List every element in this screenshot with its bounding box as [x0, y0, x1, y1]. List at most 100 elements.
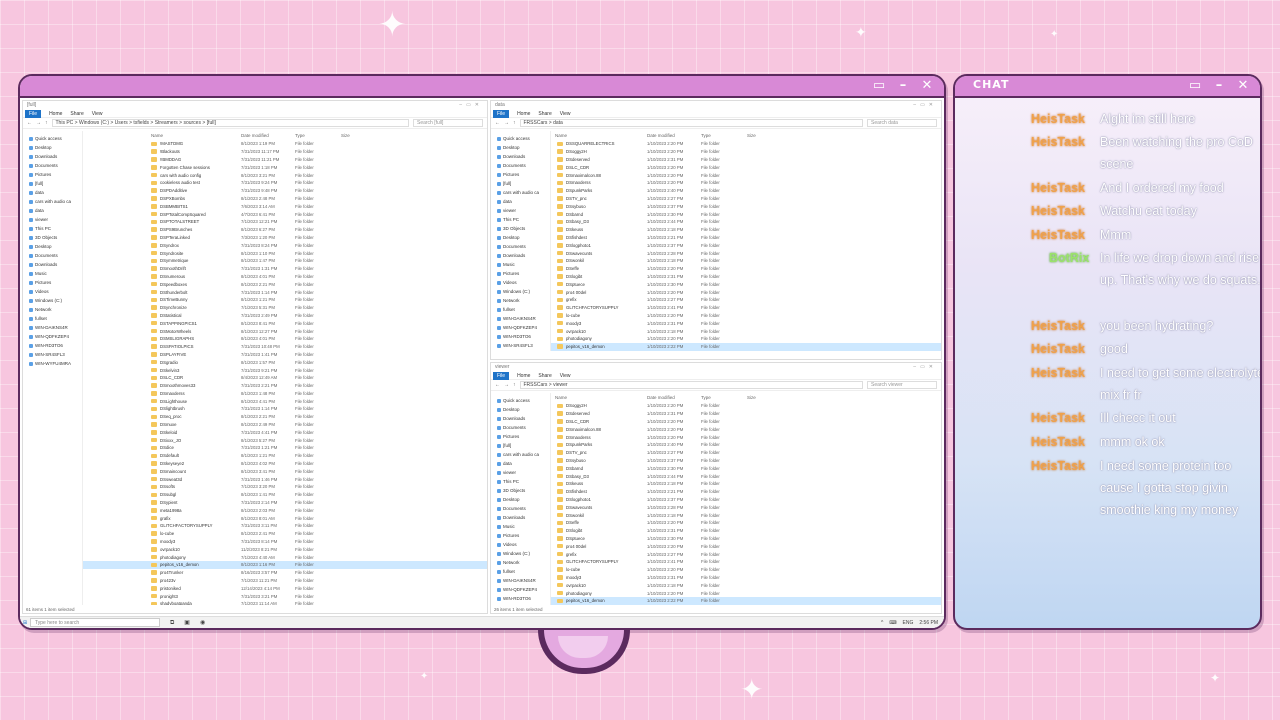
- file-row[interactable]: photodiagony 7/1/2023 4:40 AM File folder: [83, 553, 487, 561]
- file-row[interactable]: !Blackouts 7/31/2023 11:17 PM File folder: [83, 148, 487, 156]
- file-row[interactable]: DSlogibt 1/10/2023 2:31 PM File folder: [551, 273, 941, 281]
- nav-item[interactable]: Network: [23, 305, 82, 314]
- nav-item[interactable]: Downloads: [491, 414, 550, 423]
- keyboard-icon[interactable]: ⌨: [889, 620, 896, 626]
- nav-item[interactable]: Pictures: [491, 170, 550, 179]
- file-row[interactable]: DSoggy2H 1/10/2023 2:20 PM File folder: [551, 402, 941, 410]
- file-row[interactable]: DSkeloid 7/31/2023 4:41 PM File folder: [83, 428, 487, 436]
- file-row[interactable]: DSTimeBunny 8/1/2023 1:21 PM File folder: [83, 296, 487, 304]
- nav-item[interactable]: Network: [491, 296, 550, 305]
- nav-item[interactable]: Pictures: [23, 278, 82, 287]
- file-row[interactable]: GLITCHFACTORYSUPPLY 7/31/2023 3:11 PM File…: [83, 522, 487, 530]
- restore-icon[interactable]: ▭: [870, 78, 888, 93]
- file-row[interactable]: DSsweat3d 7/31/2023 1:46 PM File folder: [83, 475, 487, 483]
- restore-icon[interactable]: ▭: [1186, 78, 1204, 93]
- nav-item[interactable]: Quick access: [491, 134, 550, 143]
- file-row[interactable]: DSdeserved 1/10/2023 2:31 PM File folder: [551, 156, 941, 164]
- file-row[interactable]: DSwavecunts 1/10/2023 2:28 PM File folder: [551, 503, 941, 511]
- file-row[interactable]: DSmuxe 8/1/2023 2:49 PM File folder: [83, 421, 487, 429]
- column-type[interactable]: Type: [295, 133, 341, 138]
- file-row[interactable]: DSPTOTALSTREET 7/1/2023 12:21 PM File fold…: [83, 218, 487, 226]
- nav-item[interactable]: Documents: [491, 423, 550, 432]
- nav-item[interactable]: Documents: [491, 242, 550, 251]
- tab-view[interactable]: View: [560, 111, 571, 117]
- nav-item[interactable]: data: [491, 459, 550, 468]
- taskbar-search-input[interactable]: Type here to search: [30, 618, 160, 627]
- task-view-icon[interactable]: ⧉: [170, 619, 174, 627]
- nav-item[interactable]: Pictures: [23, 170, 82, 179]
- nav-item[interactable]: WIN-DAIKNS4R: [23, 323, 82, 332]
- file-row[interactable]: DSLC_CDR 8/4/2023 12:49 AM File folder: [83, 374, 487, 382]
- file-row[interactable]: DSdefault 8/1/2023 1:21 PM File folder: [83, 452, 487, 460]
- nav-item[interactable]: fullset: [23, 314, 82, 323]
- address-bar[interactable]: This PC > Windows (C:) > Users > tsfield…: [51, 119, 409, 127]
- file-row[interactable]: DSbarnd 1/10/2023 2:30 PM File folder: [551, 210, 941, 218]
- file-row[interactable]: pro4Trunker 8/16/2023 3:57 PM File folder: [83, 569, 487, 577]
- back-arrow-icon[interactable]: ←: [495, 382, 500, 388]
- file-row[interactable]: DSmaxderss 1/10/2023 2:20 PM File folder: [551, 433, 941, 441]
- nav-item[interactable]: Quick access: [491, 396, 550, 405]
- column-name[interactable]: Name: [551, 395, 647, 400]
- address-bar[interactable]: FRSSCars > data: [519, 119, 863, 127]
- file-row[interactable]: grefix 1/10/2023 2:27 PM File folder: [551, 296, 941, 304]
- file-row[interactable]: ovrpack10 11/2/2023 8:21 PM File folder: [83, 545, 487, 553]
- close-icon[interactable]: ✕: [1234, 78, 1252, 93]
- nav-item[interactable]: Downloads: [491, 513, 550, 522]
- file-row[interactable]: DSsybuso 1/10/2023 2:37 PM File folder: [551, 457, 941, 465]
- file-row[interactable]: DSTAPPINGPICS1 8/1/2023 8:41 PM File folde…: [83, 319, 487, 327]
- column-size[interactable]: Size: [747, 395, 767, 400]
- up-arrow-icon[interactable]: ↑: [513, 382, 516, 388]
- file-row[interactable]: moody3 7/31/2023 8:14 PM File folder: [83, 538, 487, 546]
- file-row[interactable]: DSfishdest 1/10/2023 2:21 PM File folder: [551, 234, 941, 242]
- file-row[interactable]: DSkeuss 1/10/2023 2:18 PM File folder: [551, 226, 941, 234]
- nav-item[interactable]: data: [23, 188, 82, 197]
- forward-arrow-icon[interactable]: →: [504, 382, 509, 388]
- file-row[interactable]: pepitos_v16_demon 1/10/2023 2:22 PM File f…: [551, 342, 941, 351]
- nav-item[interactable]: Windows (C:): [491, 549, 550, 558]
- nav-item[interactable]: Windows (C:): [23, 296, 82, 305]
- nav-item[interactable]: data: [491, 197, 550, 206]
- tab-share[interactable]: Share: [538, 373, 551, 379]
- nav-item[interactable]: Videos: [491, 278, 550, 287]
- file-row[interactable]: cookieless audio test 7/31/2023 9:24 PM Fi…: [83, 179, 487, 187]
- nav-item[interactable]: WIN-QDFKZEP4: [23, 332, 82, 341]
- file-row[interactable]: DSbarnd 1/10/2023 2:30 PM File folder: [551, 464, 941, 472]
- tab-share[interactable]: Share: [538, 111, 551, 117]
- file-row[interactable]: pro4 00del 1/10/2023 2:20 PM File folder: [551, 288, 941, 296]
- tab-share[interactable]: Share: [70, 111, 83, 117]
- close-icon[interactable]: ✕: [918, 78, 936, 93]
- language-indicator[interactable]: ENG: [903, 620, 914, 626]
- nav-item[interactable]: data: [23, 206, 82, 215]
- nav-item[interactable]: WIN-RD3TO6: [23, 341, 82, 350]
- file-row[interactable]: grafix 8/1/2023 8:01 AM File folder: [83, 514, 487, 522]
- up-arrow-icon[interactable]: ↑: [513, 120, 516, 126]
- file-row[interactable]: DSeffe 1/10/2023 2:20 PM File folder: [551, 519, 941, 527]
- file-row[interactable]: DSMSLIGRAPHS 8/1/2023 4:01 PM File folder: [83, 335, 487, 343]
- file-row[interactable]: DSTV_pnc 1/10/2023 2:27 PM File folder: [551, 449, 941, 457]
- nav-item[interactable]: This PC: [23, 224, 82, 233]
- nav-item[interactable]: Videos: [491, 540, 550, 549]
- file-row[interactable]: DSixxx_JO 8/1/2023 5:27 PM File folder: [83, 436, 487, 444]
- file-row[interactable]: Forgotten Chase sessions 7/31/2023 1:18 P…: [83, 163, 487, 171]
- file-row[interactable]: DSfishdest 1/10/2023 2:21 PM File folder: [551, 488, 941, 496]
- nav-item[interactable]: WIN-RD3TO6: [491, 332, 550, 341]
- tray-chevron-icon[interactable]: ^: [881, 620, 883, 626]
- file-row[interactable]: DSlogphoto1 1/10/2023 2:37 PM File folder: [551, 241, 941, 249]
- search-input[interactable]: Search data: [867, 119, 937, 127]
- nav-item[interactable]: Network: [491, 558, 550, 567]
- file-row[interactable]: DSmaxderss 1/10/2023 2:20 PM File folder: [551, 179, 941, 187]
- column-type[interactable]: Type: [701, 395, 747, 400]
- column-name[interactable]: Name: [551, 133, 647, 138]
- column-date[interactable]: Date modified: [241, 133, 295, 138]
- file-row[interactable]: DSkeuss 1/10/2023 2:18 PM File folder: [551, 480, 941, 488]
- nav-item[interactable]: fullset: [491, 305, 550, 314]
- file-row[interactable]: pristoniked 12/14/2023 4:14 PM File folder: [83, 584, 487, 592]
- file-row[interactable]: DSptuece 1/10/2023 2:30 PM File folder: [551, 535, 941, 543]
- file-row[interactable]: DSmaximalcon.88 1/10/2023 2:20 PM File fol…: [551, 425, 941, 433]
- file-row[interactable]: DSpunkParks 1/10/2023 2:40 PM File folder: [551, 187, 941, 195]
- column-date[interactable]: Date modified: [647, 133, 701, 138]
- file-row[interactable]: DSMotorWheels 8/1/2023 12:27 PM File folde…: [83, 327, 487, 335]
- file-tab[interactable]: File: [493, 109, 510, 118]
- file-row[interactable]: DSlightbrush 7/31/2023 1:14 PM File folder: [83, 405, 487, 413]
- file-row[interactable]: moody3 1/10/2023 2:31 PM File folder: [551, 574, 941, 582]
